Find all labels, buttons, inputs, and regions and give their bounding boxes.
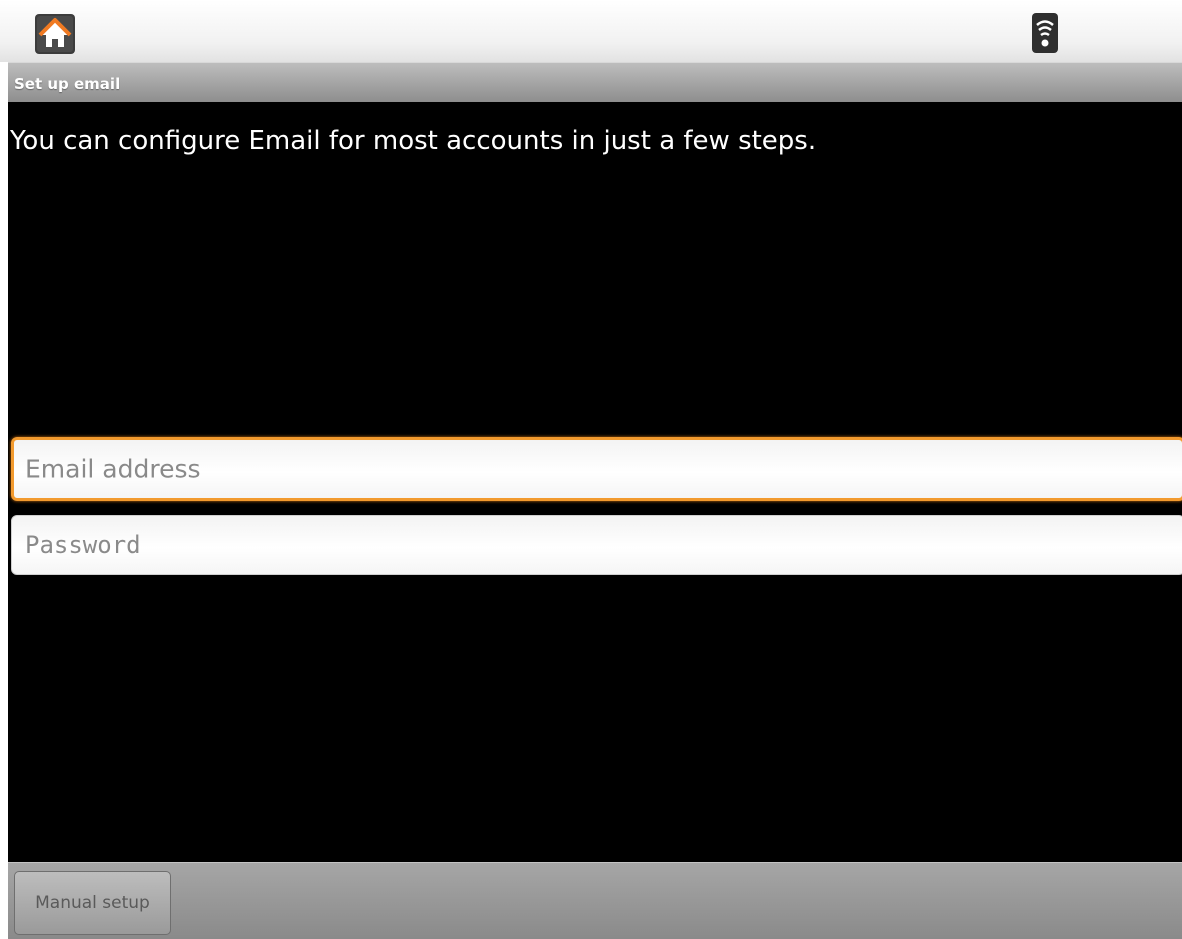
bottom-bar: Manual setup xyxy=(8,862,1182,939)
home-icon[interactable] xyxy=(34,13,76,55)
manual-setup-button[interactable]: Manual setup xyxy=(14,871,171,935)
email-field[interactable]: Email address xyxy=(11,437,1182,501)
status-bar xyxy=(0,0,1182,62)
setup-form: You can configure Email for most account… xyxy=(8,102,1182,862)
intro-text: You can configure Email for most account… xyxy=(10,126,817,156)
page-title: Set up email xyxy=(14,75,121,93)
email-placeholder: Email address xyxy=(25,454,201,484)
password-field[interactable]: Password xyxy=(11,515,1182,575)
password-placeholder: Password xyxy=(25,531,141,559)
wifi-signal-icon xyxy=(1032,13,1058,53)
title-bar: Set up email xyxy=(8,62,1182,102)
